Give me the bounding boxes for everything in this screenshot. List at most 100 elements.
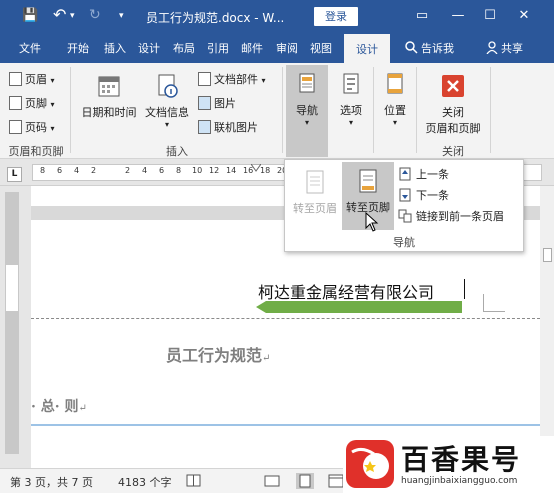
text-cursor bbox=[464, 279, 465, 299]
datetime-button[interactable]: 日期和时间 bbox=[76, 73, 142, 120]
ribbon-display-options-icon[interactable]: ▭ bbox=[410, 6, 434, 26]
previous-label: 上一条 bbox=[416, 168, 449, 181]
maximize-icon[interactable]: ☐ bbox=[478, 6, 502, 26]
close-icon[interactable]: ✕ bbox=[512, 6, 536, 26]
proofing-book-icon[interactable] bbox=[186, 474, 202, 488]
next-label: 下一条 bbox=[416, 189, 449, 202]
navigation-dropdown: 转至页眉 转至页脚 上一条 下一条 链接到前一条页眉 导航 bbox=[284, 159, 524, 252]
group-separator bbox=[70, 67, 71, 153]
section-heading[interactable]: · 总· 则↵ bbox=[31, 396, 87, 416]
tab-mailings[interactable]: 邮件 bbox=[235, 34, 269, 63]
options-button[interactable]: 选项 ▾ bbox=[332, 71, 370, 127]
quick-parts-button[interactable]: 文档部件 ▾ bbox=[198, 70, 266, 90]
link-previous-button[interactable]: 链接到前一条页眉 bbox=[398, 208, 504, 226]
customize-quick-access-icon[interactable]: ▾ bbox=[119, 11, 124, 21]
document-title-text: 员工行为规范 bbox=[166, 346, 263, 365]
page-number-button[interactable]: 页码 ▾ bbox=[9, 118, 55, 138]
group-separator bbox=[490, 67, 491, 153]
undo-dropdown-icon[interactable]: ▾ bbox=[70, 11, 75, 21]
position-dropdown-icon: ▾ bbox=[392, 118, 397, 127]
vertical-scrollbar[interactable] bbox=[540, 186, 554, 468]
tab-selector[interactable]: L bbox=[7, 167, 22, 182]
tab-references[interactable]: 引用 bbox=[201, 34, 235, 63]
goto-header-button[interactable]: 转至页眉 bbox=[289, 164, 341, 230]
picture-icon bbox=[198, 96, 211, 110]
tab-design[interactable]: 设计 bbox=[132, 34, 166, 63]
header-text[interactable]: 柯达重金属经营有限公司 bbox=[258, 279, 434, 303]
document-title[interactable]: 员工行为规范↵ bbox=[166, 342, 270, 366]
ruler-tick: 6 bbox=[57, 166, 63, 175]
online-picture-button[interactable]: 联机图片 bbox=[198, 118, 258, 138]
docinfo-label: 文档信息 bbox=[145, 106, 189, 119]
web-layout-icon[interactable] bbox=[328, 474, 344, 488]
docinfo-button[interactable]: 文档信息 ▾ bbox=[142, 73, 192, 129]
goto-header-icon bbox=[306, 170, 324, 194]
close-red-x-icon bbox=[442, 75, 464, 97]
link-icon bbox=[398, 209, 412, 223]
minimize-icon[interactable]: — bbox=[446, 6, 470, 26]
footer-button[interactable]: 页脚 ▾ bbox=[9, 94, 55, 114]
vertical-ruler-margin bbox=[6, 311, 18, 453]
lightbulb-search-icon bbox=[405, 41, 418, 54]
tab-review[interactable]: 审阅 bbox=[270, 34, 304, 63]
tell-me-search[interactable]: 告诉我 bbox=[404, 34, 454, 63]
print-layout-icon[interactable] bbox=[296, 473, 314, 489]
group-separator bbox=[282, 67, 283, 153]
mouse-pointer-icon bbox=[365, 212, 379, 232]
scrollbar-thumb[interactable] bbox=[543, 248, 552, 262]
tab-header-footer-design[interactable]: 设计 bbox=[344, 34, 390, 63]
page-count-status[interactable]: 第 3 页，共 7 页 bbox=[10, 474, 93, 490]
footer-dropdown-icon: ▾ bbox=[50, 100, 55, 109]
navigation-button[interactable]: 导航 ▾ bbox=[286, 65, 328, 157]
login-button[interactable]: 登录 bbox=[314, 7, 358, 26]
ribbon: 页眉 ▾ 页脚 ▾ 页码 ▾ 页眉和页脚 日期和时间 文档信息 ▾ 文档部件 ▾… bbox=[0, 63, 554, 159]
page-number-label: 页码 bbox=[25, 121, 47, 134]
position-icon bbox=[387, 73, 403, 94]
read-mode-icon[interactable] bbox=[264, 474, 280, 488]
tab-file[interactable]: 文件 bbox=[10, 34, 50, 63]
ruler-tick: 2 bbox=[91, 166, 97, 175]
group-label-insert: 插入 bbox=[166, 145, 188, 158]
share-button[interactable]: 共享 bbox=[486, 34, 523, 63]
options-icon bbox=[343, 73, 359, 94]
brand-logo-icon bbox=[346, 440, 394, 488]
group-separator bbox=[373, 67, 374, 153]
previous-button[interactable]: 上一条 bbox=[398, 166, 449, 184]
paragraph-mark: ↵ bbox=[78, 403, 87, 414]
header-boundary-line bbox=[31, 318, 540, 319]
paragraph-mark: ↵ bbox=[262, 353, 271, 364]
goto-footer-icon bbox=[359, 169, 377, 193]
header-label: 页眉 bbox=[25, 73, 47, 86]
section-underline bbox=[31, 424, 540, 426]
picture-label: 图片 bbox=[214, 97, 236, 110]
tab-insert[interactable]: 插入 bbox=[98, 34, 132, 63]
link-previous-label: 链接到前一条页眉 bbox=[416, 210, 504, 223]
title-bar: 💾 ↶ ▾ ↻ ▾ 员工行为规范.docx - W... 登录 ▭ — ☐ ✕ bbox=[0, 0, 554, 34]
close-line1-label: 关闭 bbox=[442, 106, 464, 119]
calendar-icon bbox=[98, 76, 120, 97]
redo-icon[interactable]: ↻ bbox=[89, 7, 101, 23]
ruler-tick: 10 bbox=[192, 166, 203, 175]
group-label-close: 关闭 bbox=[442, 145, 464, 158]
close-header-footer-button[interactable]: 关闭 页眉和页脚 bbox=[418, 73, 488, 136]
group-label-navigation: 导航 bbox=[393, 236, 415, 249]
next-button[interactable]: 下一条 bbox=[398, 187, 449, 205]
quick-parts-icon bbox=[198, 72, 211, 86]
ruler-tick: 14 bbox=[226, 166, 237, 175]
watermark-logo: 百香果号 huangjinbaixiangguo.com bbox=[343, 436, 554, 493]
options-label: 选项 bbox=[340, 104, 362, 117]
tab-home[interactable]: 开始 bbox=[60, 34, 96, 63]
ruler-tick: 6 bbox=[159, 166, 165, 175]
save-icon[interactable]: 💾 bbox=[22, 8, 38, 23]
group-separator bbox=[416, 67, 417, 153]
tab-layout[interactable]: 布局 bbox=[167, 34, 201, 63]
vertical-ruler[interactable] bbox=[5, 192, 19, 454]
undo-icon[interactable]: ↶ bbox=[53, 5, 66, 24]
header-button[interactable]: 页眉 ▾ bbox=[9, 70, 55, 90]
word-count-status[interactable]: 4183 个字 bbox=[118, 474, 172, 490]
quick-parts-dropdown-icon: ▾ bbox=[261, 76, 266, 85]
indent-marker-icon[interactable] bbox=[251, 164, 261, 172]
picture-button[interactable]: 图片 bbox=[198, 94, 236, 114]
tab-view[interactable]: 视图 bbox=[304, 34, 338, 63]
position-button[interactable]: 位置 ▾ bbox=[376, 71, 414, 127]
